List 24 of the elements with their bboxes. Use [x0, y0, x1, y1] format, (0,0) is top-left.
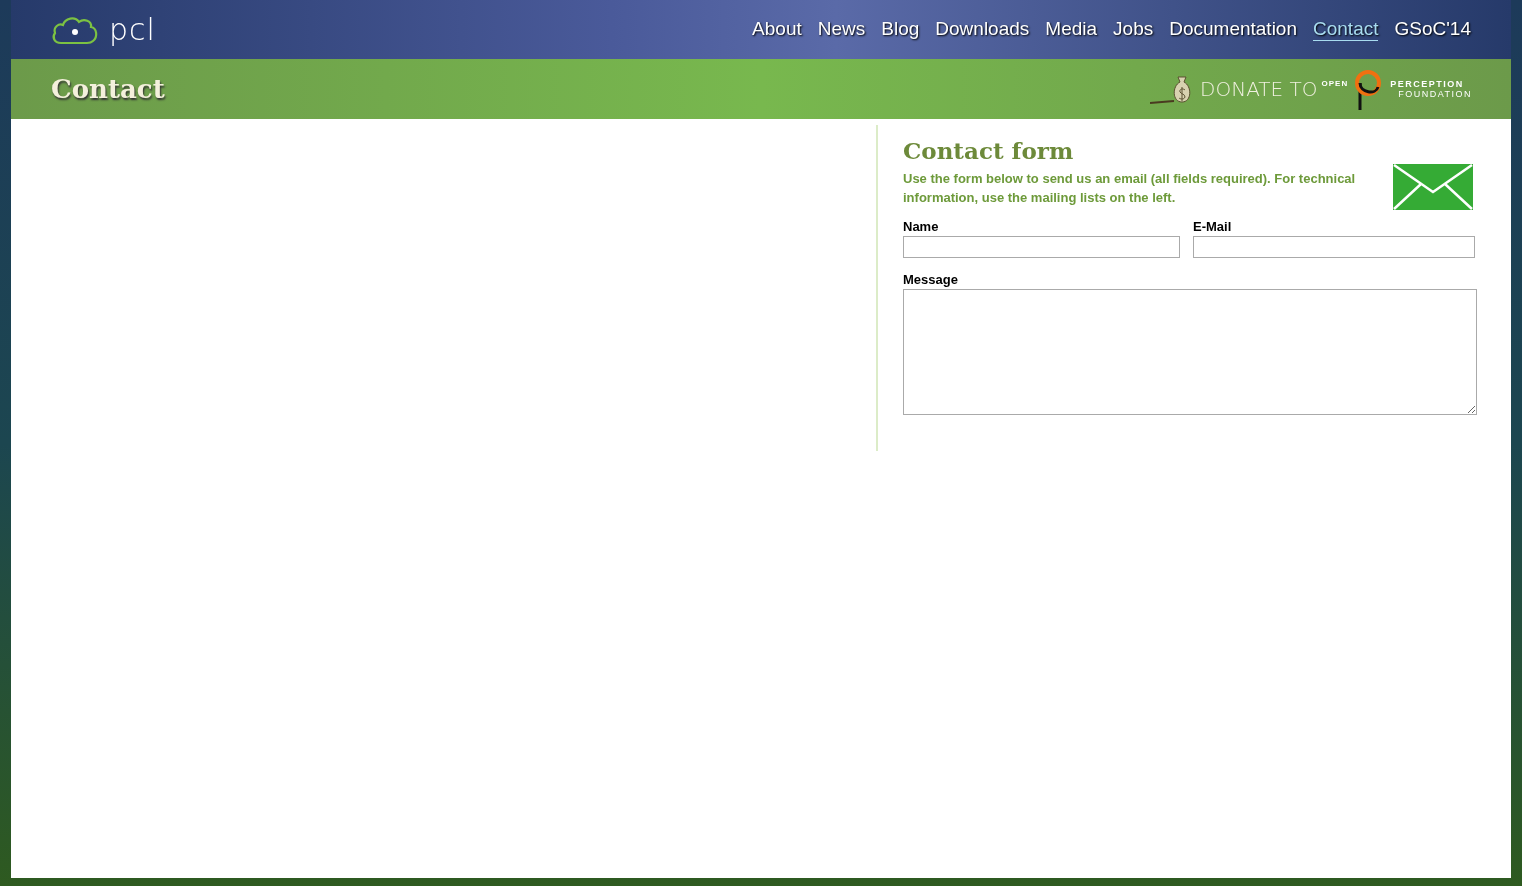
form-title: Contact form [903, 137, 1075, 164]
form-description: Use the form below to send us an email (all fields required). For technical information, use the mailing lists on the left. [903, 170, 1357, 207]
org-name-text[interactable]: FOUNDATION [1398, 89, 1472, 99]
nav-link[interactable]: GSoC'14 [1394, 18, 1471, 41]
field-label: Message [903, 272, 959, 287]
nav-link[interactable]: Contact [1313, 18, 1379, 41]
nav-link[interactable]: Documentation [1169, 18, 1297, 41]
envelope-icon [1393, 164, 1473, 210]
logo-text[interactable]: pcl [109, 12, 156, 47]
field-label: Name [903, 219, 940, 234]
nav-link[interactable]: Jobs [1113, 18, 1154, 41]
nav-link[interactable]: Blog [881, 18, 920, 41]
nav-link[interactable]: About [752, 18, 802, 41]
input-field[interactable] [903, 236, 1180, 258]
field-label: E-Mail [1193, 219, 1233, 234]
page-title: Contact [51, 74, 165, 104]
message-field[interactable] [903, 289, 1477, 415]
org-name-text[interactable]: OPEN [1321, 79, 1349, 88]
cloud-logo-icon[interactable] [51, 14, 99, 45]
nav-link[interactable]: News [817, 18, 866, 41]
org-name-text[interactable]: PERCEPTION [1390, 79, 1472, 89]
input-field[interactable] [1193, 236, 1475, 258]
nav-link[interactable]: Media [1045, 18, 1098, 41]
nav-link[interactable]: Downloads [935, 18, 1030, 41]
